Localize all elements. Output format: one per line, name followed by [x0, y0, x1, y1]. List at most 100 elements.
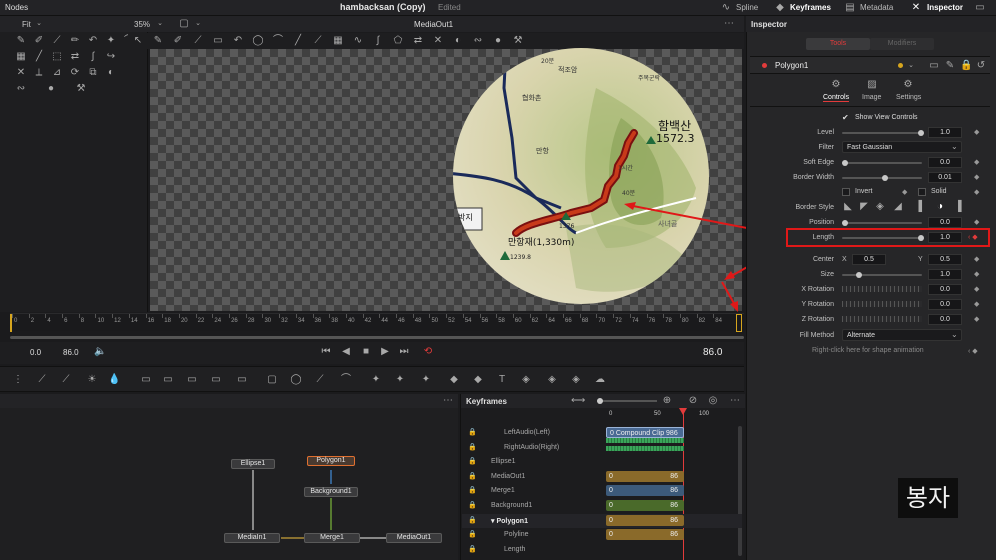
- z-rotation-value[interactable]: 0.0: [928, 314, 962, 325]
- hint-keyframe[interactable]: ‹ ◆: [968, 347, 978, 355]
- border-width-slider[interactable]: [842, 175, 922, 181]
- soft-edge-slider[interactable]: [842, 160, 922, 166]
- zoom-chevron-icon[interactable]: ⌄: [154, 19, 166, 29]
- keyframe-track-row[interactable]: 🔒 Merge1: [462, 484, 742, 498]
- expand-icon[interactable]: ⟷: [571, 396, 585, 406]
- fx-2-icon[interactable]: ⟋: [36, 375, 48, 385]
- image-icon[interactable]: ▨: [866, 80, 878, 90]
- lock-icon[interactable]: 🔒: [468, 472, 477, 480]
- fx-12-icon[interactable]: ◆: [448, 375, 460, 385]
- center-y-value[interactable]: 0.5: [928, 254, 962, 265]
- fx-8-icon[interactable]: ▭: [236, 375, 248, 385]
- controls-icon[interactable]: ⚙: [830, 80, 842, 90]
- stroke-tool-icon[interactable]: ⟋: [192, 36, 204, 46]
- node-editor[interactable]: ⋯ Ellipse1 Polygon1 Background1 MediaIn1…: [0, 394, 458, 560]
- fx-1-icon[interactable]: ⋮: [12, 375, 24, 385]
- pen-tool-2-icon[interactable]: ✎: [152, 36, 164, 46]
- node-mediaout[interactable]: MediaOut1: [386, 533, 442, 543]
- keyframe-track-row[interactable]: 🔒 RightAudio(Right): [462, 441, 742, 455]
- keyframe-track-row[interactable]: 🔒 MediaOut1: [462, 470, 742, 484]
- kf-playhead-marker[interactable]: [679, 408, 687, 415]
- z-rotation-dial[interactable]: [842, 316, 922, 322]
- options-icon[interactable]: ◎: [707, 396, 719, 406]
- rect-tool-icon[interactable]: ▭: [212, 36, 224, 46]
- fx-6-icon[interactable]: ▭: [186, 375, 198, 385]
- show-view-controls-check[interactable]: ✔: [842, 113, 849, 122]
- border-style-1-icon[interactable]: ◣: [842, 202, 854, 212]
- z-rotation-keyframe[interactable]: ◆: [974, 315, 979, 323]
- point-icon[interactable]: ⟂: [33, 68, 45, 78]
- go-end-icon[interactable]: ⏭: [398, 347, 410, 357]
- node-background[interactable]: Background1: [304, 487, 358, 497]
- viewer-more-icon[interactable]: ⋯: [723, 19, 735, 29]
- x-rotation-value[interactable]: 0.0: [928, 284, 962, 295]
- circle-tool-icon[interactable]: ◯: [252, 36, 264, 46]
- invert-checkbox[interactable]: [842, 188, 850, 196]
- volume-icon[interactable]: 🔈: [94, 347, 106, 357]
- current-time-field[interactable]: 86.0: [703, 347, 722, 358]
- keyframe-track-row[interactable]: 🔒 LeftAudio(Left): [462, 426, 742, 440]
- tool-reset-icon[interactable]: ↺: [975, 61, 987, 71]
- filter-dropdown[interactable]: Fast Gaussian ⌄: [842, 141, 962, 153]
- position-value[interactable]: 0.0: [928, 217, 962, 228]
- eraser-icon[interactable]: ✏: [69, 36, 81, 46]
- wave-icon[interactable]: ∾: [15, 84, 27, 94]
- fx-4-icon[interactable]: ▭: [140, 375, 152, 385]
- grid-icon[interactable]: ▦: [15, 52, 27, 62]
- clone-icon[interactable]: ↶: [87, 36, 99, 46]
- fx-11-icon[interactable]: ✦: [420, 375, 432, 385]
- bspline-icon[interactable]: ∫: [87, 52, 99, 62]
- fx-drop-icon[interactable]: 💧: [108, 375, 120, 385]
- keyframe-track-row[interactable]: 🔒 Length: [462, 543, 742, 557]
- corner-icon[interactable]: ✕: [15, 68, 27, 78]
- select-icon[interactable]: ⬚: [51, 52, 63, 62]
- view-icon[interactable]: ▢: [178, 19, 190, 29]
- border-style-5-icon[interactable]: ▌: [916, 202, 928, 212]
- fx-5-icon[interactable]: ▭: [162, 375, 174, 385]
- wave-tool-icon[interactable]: ∾: [472, 36, 484, 46]
- keyframes-icon[interactable]: ◆: [774, 3, 786, 13]
- spline-button[interactable]: Spline: [736, 3, 758, 12]
- y-rotation-dial[interactable]: [842, 301, 922, 307]
- fx-ellipse-icon[interactable]: ◯: [290, 375, 302, 385]
- shape-animation-hint[interactable]: Right-click here for shape animation: [812, 347, 924, 354]
- circle-icon[interactable]: ●: [45, 84, 57, 94]
- path-tool-icon[interactable]: ⟋: [312, 36, 324, 46]
- settings-icon[interactable]: ⚙: [902, 80, 914, 90]
- flip-tool-icon[interactable]: ⇄: [412, 36, 424, 46]
- fx-10-icon[interactable]: ✦: [394, 375, 406, 385]
- node-merge[interactable]: Merge1: [304, 533, 360, 543]
- undo-tool-icon[interactable]: ↶: [232, 36, 244, 46]
- tools-icon[interactable]: ⚒: [512, 36, 524, 46]
- time-ruler[interactable]: 0 2 4 6 8 10 12 14 16 18 20 22 24 26 28 30 32 34 36 38 40 42 4…: [10, 313, 744, 332]
- loop-icon[interactable]: ⟲: [422, 347, 434, 357]
- dot-tool-icon[interactable]: ●: [492, 36, 504, 46]
- keyframes-button[interactable]: Keyframes: [790, 3, 831, 12]
- wand-icon[interactable]: ✦: [105, 36, 117, 46]
- invert-keyframe[interactable]: ◆: [902, 188, 907, 196]
- keyframe-clip[interactable]: 0 86: [606, 529, 684, 541]
- lock-icon[interactable]: 🔒: [468, 545, 477, 553]
- soft-edge-keyframe[interactable]: ◆: [974, 158, 979, 166]
- select-tool-icon[interactable]: ↖: [132, 36, 144, 46]
- inspector-icon[interactable]: ✕: [910, 3, 922, 13]
- chevron-down-icon[interactable]: ⌄: [33, 19, 45, 29]
- node-polygon[interactable]: Polygon1: [307, 456, 355, 466]
- solid-keyframe[interactable]: ◆: [974, 188, 979, 196]
- length-keyframe[interactable]: ‹ ◆: [968, 233, 978, 241]
- keyframe-clip[interactable]: 0 86: [606, 485, 684, 497]
- curve-icon[interactable]: ↪: [105, 52, 117, 62]
- close-path-icon[interactable]: ✕: [432, 36, 444, 46]
- play-icon[interactable]: ▶: [379, 347, 391, 357]
- size-slider[interactable]: [842, 272, 922, 278]
- length-slider[interactable]: [842, 235, 924, 241]
- lock-icon[interactable]: 🔒: [468, 516, 477, 524]
- inspector-button[interactable]: Inspector: [927, 3, 963, 12]
- fill-tool-icon[interactable]: ◐: [452, 36, 464, 46]
- tab-settings[interactable]: Settings: [896, 94, 921, 101]
- lock-icon[interactable]: 🔒: [468, 486, 477, 494]
- fit-dropdown[interactable]: Fit: [22, 20, 31, 29]
- spline-tool-icon[interactable]: ∿: [352, 36, 364, 46]
- time-end-field[interactable]: 86.0: [63, 348, 79, 357]
- tool-chevron-icon[interactable]: ⌄: [905, 61, 917, 71]
